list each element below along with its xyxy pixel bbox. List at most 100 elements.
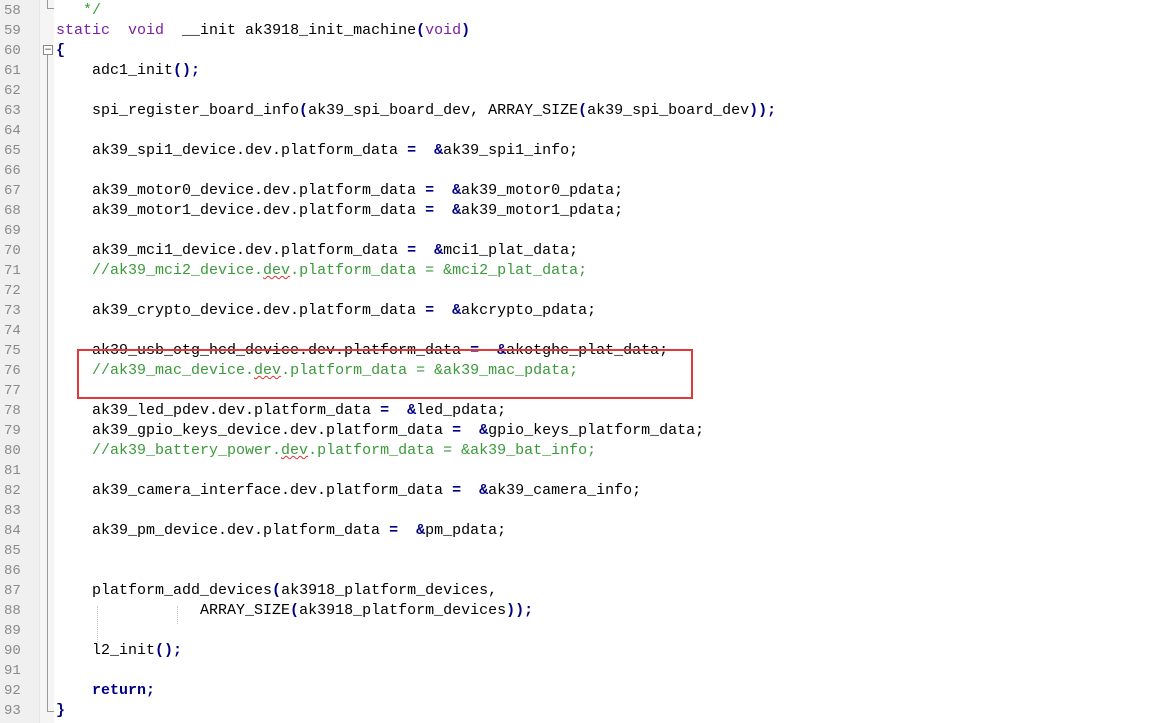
code-text: ARRAY_SIZE(ak3918_platform_devices));	[56, 601, 533, 621]
highlight-box	[77, 349, 693, 399]
code-token: &	[434, 142, 444, 159]
code-text: ak39_motor0_device.dev.platform_data = &…	[56, 181, 623, 201]
code-line[interactable]: 58 */	[0, 1, 1150, 21]
line-number: 70	[4, 243, 21, 259]
line-number: 83	[4, 503, 21, 519]
code-token: ak39_pm_device.dev.platform_data	[56, 522, 390, 539]
code-line[interactable]: 87 platform_add_devices(ak3918_platform_…	[0, 581, 1150, 601]
code-line[interactable]: 92 return;	[0, 681, 1150, 701]
code-line[interactable]: 91	[0, 661, 1150, 681]
indent-guide	[97, 606, 98, 644]
code-token: ak39_motor0_device.dev.platform_data	[56, 182, 426, 199]
code-token: &	[407, 402, 417, 419]
code-line[interactable]: 64	[0, 121, 1150, 141]
code-text: }	[56, 701, 65, 721]
code-line[interactable]: 71 //ak39_mci2_device.dev.platform_data …	[0, 261, 1150, 281]
indent-guide-inner	[177, 606, 178, 624]
code-line[interactable]: 88 ARRAY_SIZE(ak3918_platform_devices));	[0, 601, 1150, 621]
line-number: 76	[4, 363, 21, 379]
line-number: 91	[4, 663, 21, 679]
code-token: gpio_keys_platform_data;	[488, 422, 705, 439]
code-token: ));	[749, 102, 777, 119]
code-token: &	[416, 522, 426, 539]
code-text: ak39_crypto_device.dev.platform_data = &…	[56, 301, 596, 321]
code-token: (	[299, 102, 309, 119]
code-line[interactable]: 61 adc1_init();	[0, 61, 1150, 81]
code-token: .platform_data = &ak39_bat_info;	[308, 442, 597, 459]
code-line[interactable]: 60 {	[0, 41, 1150, 61]
code-line[interactable]: 79 ak39_gpio_keys_device.dev.platform_da…	[0, 421, 1150, 441]
line-number: 59	[4, 23, 21, 39]
code-token: .platform_data = &mci2_plat_data;	[290, 262, 588, 279]
code-token: ak39_spi1_device.dev.platform_data	[56, 142, 408, 159]
code-token: ak39_spi_board_dev, ARRAY_SIZE	[308, 102, 579, 119]
line-number: 89	[4, 623, 21, 639]
code-line[interactable]: 69	[0, 221, 1150, 241]
code-line[interactable]: 68 ak39_motor1_device.dev.platform_data …	[0, 201, 1150, 221]
code-text: //ak39_mci2_device.dev.platform_data = &…	[56, 261, 587, 281]
code-token: __init ak3918_init_machine	[164, 22, 417, 39]
code-token: ak39_motor0_pdata;	[461, 182, 624, 199]
code-line[interactable]: 86	[0, 561, 1150, 581]
code-token: ();	[155, 642, 183, 659]
code-token: &	[479, 482, 489, 499]
code-line[interactable]: 73 ak39_crypto_device.dev.platform_data …	[0, 301, 1150, 321]
fold-toggle-icon[interactable]: −	[43, 45, 53, 55]
code-line[interactable]: 63 spi_register_board_info(ak39_spi_boar…	[0, 101, 1150, 121]
code-line[interactable]: 59 static void __init ak3918_init_machine…	[0, 21, 1150, 41]
code-token: led_pdata;	[416, 402, 507, 419]
code-line[interactable]: 78 ak39_led_pdev.dev.platform_data = &le…	[0, 401, 1150, 421]
code-token: =	[425, 202, 435, 219]
code-line[interactable]: 84 ak39_pm_device.dev.platform_data = &p…	[0, 521, 1150, 541]
code-line[interactable]: 67 ak39_motor0_device.dev.platform_data …	[0, 181, 1150, 201]
code-line[interactable]: 74	[0, 321, 1150, 341]
code-text: spi_register_board_info(ak39_spi_board_d…	[56, 101, 776, 121]
code-line[interactable]: 93}	[0, 701, 1150, 721]
code-token: =	[425, 302, 435, 319]
code-text: {	[56, 41, 65, 61]
code-token: =	[407, 142, 417, 159]
code-token: &	[452, 202, 462, 219]
code-token: )	[461, 22, 471, 39]
code-token: */	[56, 2, 102, 19]
code-line[interactable]: 81	[0, 461, 1150, 481]
code-token: =	[425, 182, 435, 199]
code-line[interactable]: 85	[0, 541, 1150, 561]
code-text: ak39_gpio_keys_device.dev.platform_data …	[56, 421, 704, 441]
code-token: =	[452, 422, 462, 439]
code-line[interactable]: 82 ak39_camera_interface.dev.platform_da…	[0, 481, 1150, 501]
code-text: ak39_mci1_device.dev.platform_data = &mc…	[56, 241, 578, 261]
code-text: ak39_camera_interface.dev.platform_data …	[56, 481, 641, 501]
code-line[interactable]: 72	[0, 281, 1150, 301]
code-token: ak39_mci1_device.dev.platform_data	[56, 242, 408, 259]
code-token: dev	[281, 442, 309, 459]
code-line[interactable]: 90 l2_init();	[0, 641, 1150, 661]
line-number: 81	[4, 463, 21, 479]
code-line[interactable]: 80 //ak39_battery_power.dev.platform_dat…	[0, 441, 1150, 461]
code-text: return;	[56, 681, 155, 701]
code-line[interactable]: 65 ak39_spi1_device.dev.platform_data = …	[0, 141, 1150, 161]
line-number: 61	[4, 63, 21, 79]
code-line[interactable]: 89	[0, 621, 1150, 641]
code-token: &	[434, 242, 444, 259]
code-line[interactable]: 70 ak39_mci1_device.dev.platform_data = …	[0, 241, 1150, 261]
code-line[interactable]: 66	[0, 161, 1150, 181]
code-token: {	[56, 42, 66, 59]
code-token: pm_pdata;	[425, 522, 507, 539]
code-token: l2_init	[56, 642, 156, 659]
line-number: 63	[4, 103, 21, 119]
line-number: 87	[4, 583, 21, 599]
code-line[interactable]: 83	[0, 501, 1150, 521]
code-token: platform_add_devices	[56, 582, 273, 599]
code-token: akcrypto_pdata;	[461, 302, 597, 319]
line-number: 82	[4, 483, 21, 499]
code-line[interactable]: 62	[0, 81, 1150, 101]
line-number: 68	[4, 203, 21, 219]
code-token: ak39_camera_interface.dev.platform_data	[56, 482, 453, 499]
code-token: &	[479, 422, 489, 439]
code-token: =	[407, 242, 417, 259]
